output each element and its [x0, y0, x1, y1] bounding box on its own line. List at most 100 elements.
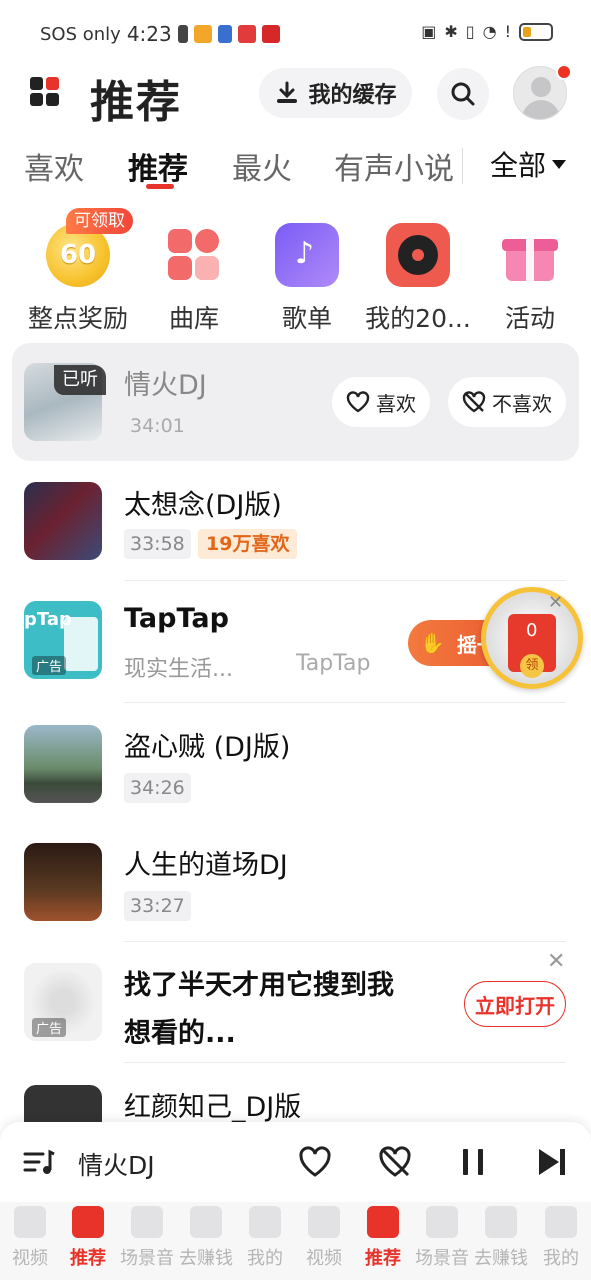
status-bar: SOS only 4:23 ▣ ✱ ▯ ◔ !: [0, 0, 591, 64]
record-icon: [386, 223, 450, 287]
notification-app-icon: [237, 25, 256, 43]
ad-title: TapTap: [124, 603, 229, 634]
nav-scene-sound[interactable]: 场景音: [412, 1206, 472, 1270]
like-button[interactable]: 喜欢: [332, 377, 430, 427]
nav-label: 场景音: [120, 1248, 174, 1269]
app-header: 推荐 我的缓存: [0, 64, 591, 128]
quick-item-label: 曲库: [168, 304, 219, 333]
red-packet-widget[interactable]: 0 领: [481, 587, 583, 689]
nav-label: 推荐: [70, 1248, 106, 1269]
quick-item-activity[interactable]: 活动: [475, 223, 585, 335]
active-tab-indicator: [146, 184, 174, 189]
song-title: 人生的道场DJ: [124, 850, 288, 881]
gift-icon: [498, 223, 562, 287]
nav-earn[interactable]: 去赚钱: [471, 1206, 531, 1270]
playlist-icon: ♪: [275, 223, 339, 287]
menu-grid-icon[interactable]: [30, 77, 60, 107]
red-packet-amount: 0: [526, 620, 538, 641]
ad-tag: 广告: [32, 656, 67, 675]
listened-badge: 已听: [54, 365, 106, 395]
close-icon[interactable]: ✕: [547, 949, 565, 974]
nav-scene-sound[interactable]: 场景音: [117, 1206, 177, 1270]
bluetooth-icon: ✱: [444, 22, 458, 41]
song-duration: 33:27: [124, 891, 191, 921]
nav-earn[interactable]: 去赚钱: [176, 1206, 236, 1270]
money-bag-icon: [190, 1206, 222, 1238]
dislike-button[interactable]: 不喜欢: [448, 377, 566, 427]
mini-player[interactable]: 情火DJ: [0, 1122, 591, 1202]
red-packet-claim: 领: [520, 654, 544, 678]
vibrate-icon: ▯: [465, 22, 475, 41]
nav-label: 我的: [543, 1248, 579, 1269]
quick-item-hourly-reward[interactable]: 60 整点奖励: [23, 223, 133, 335]
open-now-button[interactable]: 立即打开: [464, 981, 566, 1027]
coffee-icon: [426, 1206, 458, 1238]
nav-label: 场景音: [415, 1248, 469, 1269]
battery-saver-icon: [177, 25, 188, 43]
all-label: 全部: [490, 149, 547, 182]
profile-icon: [545, 1206, 577, 1238]
claim-badge: 可领取: [66, 208, 133, 234]
nav-label: 视频: [306, 1248, 342, 1269]
list-item[interactable]: 太想念(DJ版) 33:58 19万喜欢: [0, 461, 591, 581]
nav-label: 视频: [12, 1248, 48, 1269]
video-icon: [308, 1206, 340, 1238]
nav-label: 去赚钱: [474, 1248, 528, 1269]
quick-item-label: 我的20...: [365, 304, 471, 333]
song-thumbnail: [24, 725, 102, 803]
ad-tag: 广告: [32, 1018, 67, 1037]
nav-recommend[interactable]: 推荐: [58, 1206, 118, 1270]
nav-mine[interactable]: 我的: [531, 1206, 591, 1270]
search-icon: [451, 82, 475, 106]
ad-title: 找了半天才用它搜到我: [124, 970, 394, 1001]
all-categories-button[interactable]: 全部: [490, 144, 567, 184]
broken-heart-icon: [462, 391, 486, 413]
playlist-queue-icon[interactable]: [22, 1144, 56, 1180]
notification-app-icon: [193, 25, 212, 43]
quick-item-playlist[interactable]: ♪ 歌单: [252, 223, 362, 335]
song-title: 情火DJ: [124, 370, 207, 401]
close-icon[interactable]: ✕: [548, 592, 563, 613]
dislike-icon[interactable]: [377, 1144, 413, 1180]
money-bag-icon: [485, 1206, 517, 1238]
quick-item-library[interactable]: 曲库: [139, 223, 249, 335]
tab-audiobook[interactable]: 有声小说: [334, 144, 454, 188]
wifi-icon: ◔: [482, 22, 497, 41]
nav-label: 推荐: [365, 1248, 401, 1269]
list-item[interactable]: 红颜知己_DJ版: [0, 1063, 591, 1163]
sim-icon: !: [504, 22, 511, 41]
list-item[interactable]: 已听 情火DJ 34:01 喜欢 不喜欢: [0, 343, 591, 461]
ad-subtitle: 现实生活...: [124, 657, 233, 682]
quick-item-label: 整点奖励: [27, 304, 128, 333]
nav-label: 我的: [247, 1248, 283, 1269]
my-cache-button[interactable]: 我的缓存: [259, 68, 412, 118]
coffee-icon: [131, 1206, 163, 1238]
song-title: 太想念(DJ版): [124, 490, 282, 521]
heart-icon: [346, 391, 370, 413]
ad-title-line2: 想看的...: [124, 1018, 236, 1049]
quick-item-label: 活动: [504, 304, 555, 333]
tab-like[interactable]: 喜欢: [24, 144, 84, 188]
nav-recommend[interactable]: 推荐: [353, 1206, 413, 1270]
nav-video[interactable]: 视频: [294, 1206, 354, 1270]
next-track-icon[interactable]: [534, 1144, 570, 1180]
heart-icon[interactable]: [297, 1144, 333, 1180]
network-status: SOS only: [40, 23, 121, 45]
nav-mine[interactable]: 我的: [235, 1206, 295, 1270]
song-duration: 34:26: [124, 773, 191, 803]
cache-label: 我的缓存: [308, 83, 397, 108]
list-item[interactable]: 盗心贼 (DJ版) 34:26: [0, 703, 591, 821]
quick-item-my-2024[interactable]: 我的20...: [363, 223, 473, 335]
search-button[interactable]: [437, 68, 489, 120]
tab-recommend[interactable]: 推荐: [128, 144, 188, 188]
tab-hottest[interactable]: 最火: [232, 144, 292, 188]
likes-count: 19万喜欢: [198, 529, 298, 559]
dropdown-arrow-icon: [552, 159, 567, 169]
list-item[interactable]: 人生的道场DJ 33:27: [0, 821, 591, 942]
pause-icon[interactable]: [455, 1144, 491, 1180]
nav-video[interactable]: 视频: [0, 1206, 60, 1270]
clock: 4:23: [126, 22, 172, 46]
song-thumbnail: [24, 843, 102, 921]
list-item[interactable]: 广告 找了半天才用它搜到我 想看的... 立即打开 ✕: [0, 941, 591, 1063]
song-duration: 33:58: [124, 529, 191, 559]
